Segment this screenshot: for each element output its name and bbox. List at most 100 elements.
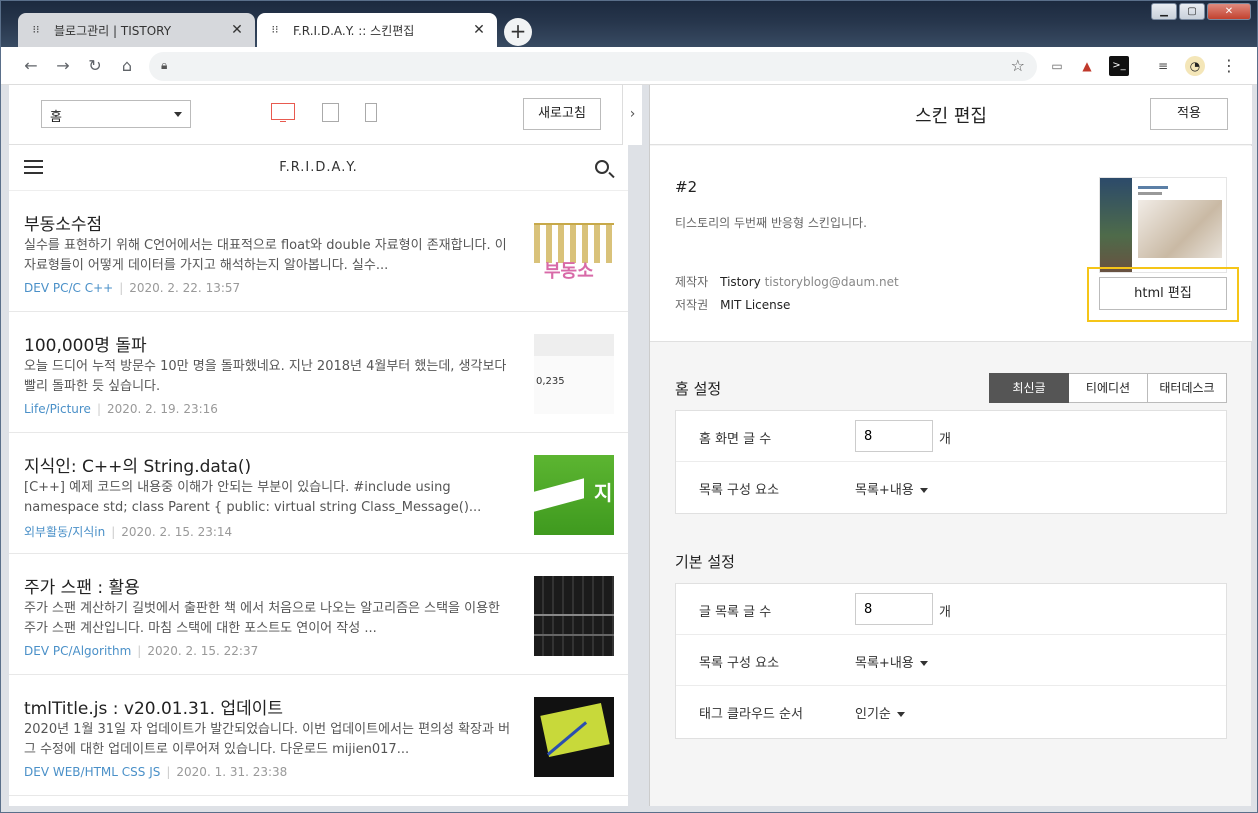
back-arrow-icon[interactable]: ←	[21, 56, 41, 76]
home-settings-title: 홈 설정	[675, 380, 722, 398]
list-count-input[interactable]	[855, 593, 933, 625]
skin-editor-header: 스킨 편집 적용	[650, 85, 1252, 145]
post-category[interactable]: Life/Picture	[24, 402, 91, 416]
search-icon[interactable]	[595, 160, 609, 174]
post-category[interactable]: DEV WEB/HTML CSS JS	[24, 765, 160, 779]
post-title[interactable]: 100,000명 돌파	[24, 331, 147, 356]
post-item[interactable]: 지식인: C++의 String.data() [C++] 예제 코드의 내용중…	[9, 433, 628, 554]
reload-icon[interactable]: ↻	[85, 56, 105, 76]
tag-order-dropdown[interactable]: 인기순	[855, 703, 905, 722]
tistory-favicon-icon: ⁝⁝	[32, 23, 40, 36]
list-comp-dropdown[interactable]: 목록+내용	[855, 652, 928, 671]
list-count-row: 글 목록 글 수 개	[676, 584, 1226, 635]
post-date: 2020. 2. 15. 22:37	[147, 644, 259, 658]
browser-titlebar: ⁝⁝ 블로그관리 | TISTORY ✕ ⁝⁝ F.R.I.D.A.Y. :: …	[1, 1, 1257, 51]
post-title[interactable]: 부동소수점	[24, 210, 102, 235]
home-icon[interactable]: ⌂	[117, 56, 137, 76]
post-meta: DEV PC/C C++ | 2020. 2. 22. 13:57	[24, 281, 241, 295]
dropdown-value: 인기순	[855, 707, 891, 722]
html-edit-button[interactable]: html 편집	[1099, 277, 1227, 310]
tab-blog-manage[interactable]: ⁝⁝ 블로그관리 | TISTORY ✕	[18, 13, 255, 47]
close-tab-icon[interactable]: ✕	[229, 22, 245, 38]
home-list-comp-label: 목록 구성 요소	[699, 483, 780, 498]
maximize-button[interactable]: ▢	[1179, 3, 1205, 20]
caret-down-icon	[896, 712, 905, 717]
post-excerpt: 주가 스팬 계산하기 길벗에서 출판한 책 에서 처음으로 나오는 알고리즘은 …	[24, 601, 501, 636]
tab-skin-edit[interactable]: ⁝⁝ F.R.I.D.A.Y. :: 스킨편집 ✕	[257, 13, 497, 47]
skin-editor-panel: 스킨 편집 적용 #2 티스토리의 두번째 반응형 스킨입니다. 제작자 Tist…	[649, 85, 1252, 806]
menu-kebab-icon[interactable]: ⋮	[1219, 56, 1239, 76]
post-date: 2020. 2. 19. 23:16	[106, 402, 218, 416]
post-category[interactable]: DEV PC/Algorithm	[24, 644, 131, 658]
caret-down-icon	[919, 488, 928, 493]
tab-title: 블로그관리 | TISTORY	[54, 23, 172, 38]
post-thumbnail[interactable]	[534, 697, 614, 777]
skin-license: 저작권 MIT License	[675, 296, 790, 313]
post-thumbnail[interactable]	[534, 576, 614, 656]
post-thumbnail[interactable]: 부동소	[534, 213, 614, 293]
close-tab-icon[interactable]: ✕	[471, 22, 487, 38]
tistory-favicon-icon: ⁝⁝	[271, 23, 279, 36]
license-value: MIT License	[720, 298, 791, 312]
post-list: 부동소수점 실수를 표현하기 위해 C언어에서는 대표적으로 float와 do…	[9, 191, 628, 796]
post-title[interactable]: 지식인: C++의 String.data()	[24, 452, 251, 477]
minimize-button[interactable]: ▁	[1151, 3, 1177, 20]
post-item[interactable]: tmlTitle.js : v20.01.31. 업데이트 2020년 1월 3…	[9, 675, 628, 796]
author-name: Tistory	[720, 275, 761, 289]
bookmark-star-icon[interactable]: ☆	[1011, 56, 1025, 75]
unit-label: 개	[939, 432, 951, 447]
home-post-count-label: 홈 화면 글 수	[699, 432, 772, 447]
refresh-button[interactable]: 새로고침	[523, 98, 601, 130]
author-label: 제작자	[675, 275, 709, 289]
page-select-value: 홈	[50, 110, 62, 125]
tab-title: F.R.I.D.A.Y. :: 스킨편집	[293, 23, 415, 38]
post-date: 2020. 2. 22. 13:57	[129, 281, 241, 295]
post-item[interactable]: 100,000명 돌파 오늘 드디어 누적 방문수 10만 명을 돌파했네요. …	[9, 312, 628, 433]
post-title[interactable]: tmlTitle.js : v20.01.31. 업데이트	[24, 694, 283, 719]
caret-down-icon	[174, 112, 182, 117]
lock-icon: 🔒︎	[161, 58, 168, 72]
address-bar[interactable]: 🔒︎ ☆	[149, 52, 1037, 81]
tab-latest[interactable]: 최신글	[989, 373, 1069, 403]
media-queue-icon[interactable]: ≡	[1153, 56, 1173, 76]
tab-tatterdesk[interactable]: 태터데스크	[1148, 373, 1227, 403]
forward-arrow-icon[interactable]: →	[53, 56, 73, 76]
basic-settings-box: 글 목록 글 수 개 목록 구성 요소 목록+내용 태그 클라우드 순서 인기순	[675, 583, 1227, 739]
skin-description: 티스토리의 두번째 반응형 스킨입니다.	[675, 216, 867, 230]
window-close-button[interactable]: ✕	[1207, 3, 1251, 20]
blog-header: F.R.I.D.A.Y.	[9, 146, 628, 191]
home-post-count-input[interactable]	[855, 420, 933, 452]
cast-icon[interactable]: ▭	[1047, 56, 1067, 76]
pdf-extension-icon[interactable]: ▲	[1077, 56, 1097, 76]
new-tab-button[interactable]: +	[504, 18, 532, 46]
mobile-view-icon[interactable]	[365, 103, 377, 122]
tablet-view-icon[interactable]	[322, 103, 339, 122]
post-item[interactable]: 부동소수점 실수를 표현하기 위해 C언어에서는 대표적으로 float와 do…	[9, 191, 628, 312]
post-thumbnail[interactable]: 0,235	[534, 334, 614, 414]
post-item[interactable]: 주가 스팬 : 활용 주가 스팬 계산하기 길벗에서 출판한 책 에서 처음으로…	[9, 554, 628, 675]
post-meta: DEV WEB/HTML CSS JS | 2020. 1. 31. 23:38	[24, 765, 288, 779]
dropdown-value: 목록+내용	[855, 656, 914, 671]
post-title[interactable]: 주가 스팬 : 활용	[24, 573, 140, 598]
terminal-extension-icon[interactable]: >_	[1109, 56, 1129, 76]
post-thumbnail-text: 0,235	[536, 376, 565, 387]
home-list-comp-dropdown[interactable]: 목록+내용	[855, 479, 928, 498]
skin-preview-image	[1099, 177, 1227, 273]
post-date: 2020. 2. 15. 23:14	[121, 525, 233, 539]
basic-settings-title: 기본 설정	[675, 553, 735, 571]
tag-order-label: 태그 클라우드 순서	[699, 707, 803, 722]
list-count-label: 글 목록 글 수	[699, 605, 772, 620]
profile-avatar[interactable]: ◔	[1185, 56, 1205, 76]
post-category[interactable]: 외부활동/지식in	[24, 525, 105, 539]
blog-title[interactable]: F.R.I.D.A.Y.	[9, 160, 628, 175]
post-thumbnail[interactable]: 지	[534, 455, 614, 535]
panel-toggle-chevron-icon[interactable]: ›	[622, 85, 642, 145]
post-category[interactable]: DEV PC/C C++	[24, 281, 113, 295]
page-select[interactable]: 홈	[41, 100, 191, 128]
post-excerpt: 2020년 1월 31일 자 업데이트가 발간되었습니다. 이번 업데이트에서는…	[24, 722, 511, 757]
desktop-view-icon[interactable]	[271, 103, 295, 122]
post-excerpt: 오늘 드디어 누적 방문수 10만 명을 돌파했네요. 지난 2018년 4월부…	[24, 359, 507, 394]
apply-button[interactable]: 적용	[1150, 98, 1228, 130]
home-mode-tabs: 최신글 티에디션 태터데스크	[989, 373, 1227, 403]
tab-tedition[interactable]: 티에디션	[1069, 373, 1148, 403]
